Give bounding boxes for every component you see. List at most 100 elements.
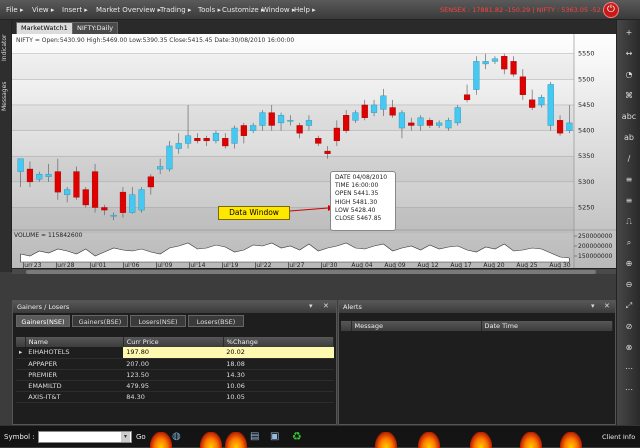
- candlestick-chart[interactable]: 5550 5500 5450 5400 5350 5300 5250 250000000 200…: [12, 34, 616, 269]
- tab-indicator[interactable]: Indicator: [1, 26, 11, 70]
- symbol-input[interactable]: ▾: [38, 431, 132, 443]
- candle-body: [324, 150, 331, 154]
- candle-body: [287, 120, 294, 122]
- candle-body: [194, 138, 201, 142]
- tab-nifty-daily[interactable]: NIFTY:Daily: [72, 22, 119, 34]
- menu-insert[interactable]: Insert ▸: [62, 6, 88, 14]
- table-row[interactable]: PREMIER 123.50 14.30: [16, 369, 334, 381]
- panel-close-icon[interactable]: ✕: [604, 302, 610, 310]
- scroll-thumb[interactable]: [26, 270, 596, 274]
- col-message[interactable]: Message: [351, 321, 482, 331]
- col-curr-price[interactable]: Curr Price: [123, 337, 224, 347]
- toolbar-tool-icon[interactable]: ⊘: [621, 320, 637, 334]
- table-row[interactable]: APPAPER 207.00 18.08: [16, 358, 334, 370]
- toolbar-tool-icon[interactable]: ⤢: [621, 299, 637, 313]
- candle-body: [305, 120, 313, 126]
- toolbar-tool-icon[interactable]: ⌘: [621, 89, 637, 103]
- client-info-link[interactable]: Client Info: [602, 433, 635, 441]
- panel-close-icon[interactable]: ✕: [323, 302, 329, 310]
- toolbar-tool-icon[interactable]: ⊕: [621, 257, 637, 271]
- toolbar-tool-icon[interactable]: ⌕: [621, 236, 637, 250]
- go-button[interactable]: Go: [136, 433, 146, 441]
- alerts-table: Message Date Time: [341, 321, 613, 331]
- chart-scrollbar[interactable]: [12, 268, 616, 274]
- candle-body: [296, 125, 303, 134]
- row-name: AXIS-IT&T: [25, 391, 124, 403]
- toolbar-tool-icon[interactable]: ≡: [621, 173, 637, 187]
- candle-body: [547, 84, 554, 126]
- toolbar-tool-icon[interactable]: ⊗: [621, 341, 637, 355]
- row-price: 197.80: [123, 347, 224, 359]
- candle-body: [491, 58, 499, 62]
- alerts-panel-title: Alerts: [339, 301, 615, 313]
- candle-body: [91, 171, 99, 208]
- row-price: 479.95: [123, 380, 224, 392]
- price-band: [12, 54, 574, 80]
- chevron-down-icon[interactable]: ▾: [121, 432, 130, 442]
- tab-gainers-nse[interactable]: Gainers(NSE): [16, 315, 70, 327]
- candle-body: [250, 125, 257, 131]
- chart-icon[interactable]: ▤: [250, 431, 259, 442]
- candle-body: [231, 127, 238, 144]
- window-icon[interactable]: ▣: [270, 431, 279, 442]
- refresh-icon[interactable]: ♻: [292, 430, 302, 443]
- price-tick-label: 5450: [578, 101, 595, 109]
- toolbar-tool-icon[interactable]: ⋯: [621, 383, 637, 397]
- toolbar-tool-icon[interactable]: ⎍: [621, 215, 637, 229]
- row-indicator-header: [16, 337, 26, 347]
- table-row[interactable]: ▸ EIHAHOTELS 197.80 20.02: [16, 347, 334, 359]
- toolbar-tool-icon[interactable]: ⋯: [621, 362, 637, 376]
- toolbar-tool-icon[interactable]: ◔: [621, 68, 637, 82]
- tab-marketwatch1[interactable]: MarketWatch1: [16, 22, 73, 34]
- chart-panel[interactable]: 5550 5500 5450 5400 5350 5300 5250 250000000 200…: [12, 34, 616, 269]
- flame-icon: [418, 432, 440, 448]
- toolbar-tool-icon[interactable]: ↔: [621, 47, 637, 61]
- menu-market-overview[interactable]: Market Overview ▸: [96, 6, 161, 14]
- toolbar-tool-icon[interactable]: ab: [621, 131, 637, 145]
- candle-body: [380, 95, 387, 110]
- tab-losers-nse[interactable]: Losers(NSE): [130, 315, 186, 327]
- candle-body: [343, 115, 350, 131]
- table-row[interactable]: AXIS-IT&T 84.30 10.05: [16, 391, 334, 403]
- toolbar-tool-icon[interactable]: ≡: [621, 194, 637, 208]
- toolbar-tool-icon[interactable]: +: [621, 26, 637, 40]
- candle-body: [352, 112, 359, 121]
- menu-trading[interactable]: Trading ▸: [160, 6, 191, 14]
- dw-low: LOW 5428.40: [335, 206, 376, 214]
- tab-gainers-bse[interactable]: Gainers(BSE): [72, 315, 128, 327]
- toolbar-tool-icon[interactable]: abc: [621, 110, 637, 124]
- candle-body: [26, 168, 34, 183]
- tab-losers-bse[interactable]: Losers(BSE): [188, 315, 244, 327]
- candle-body: [454, 107, 461, 124]
- candle-body: [73, 171, 80, 198]
- candle-body: [45, 173, 52, 177]
- menu-help[interactable]: Help ▸: [294, 6, 316, 14]
- tab-messages[interactable]: Messages: [1, 76, 11, 116]
- power-icon[interactable]: ⏻: [603, 2, 619, 18]
- panel-dropdown-icon[interactable]: ▾: [309, 302, 313, 310]
- globe-icon[interactable]: ◍: [172, 431, 181, 442]
- table-row[interactable]: EMAMILTD 479.95 10.06: [16, 380, 334, 392]
- row-name: EIHAHOTELS: [25, 347, 124, 359]
- menu-tools[interactable]: Tools ▸: [198, 6, 221, 14]
- toolbar-tool-icon[interactable]: ∕: [621, 152, 637, 166]
- candle-body: [566, 122, 573, 131]
- menu-file[interactable]: File ▸: [6, 6, 23, 14]
- menu-view[interactable]: View ▸: [32, 6, 54, 14]
- panel-dropdown-icon[interactable]: ▾: [591, 302, 595, 310]
- dw-time: TIME 16:00:00: [335, 182, 379, 190]
- col-change[interactable]: %Change: [223, 337, 335, 347]
- window-tab-strip: MarketWatch1 NIFTY:Daily: [12, 20, 616, 34]
- col-name[interactable]: Name: [25, 337, 124, 347]
- data-window-tooltip: DATE 04/08/2010 TIME 16:00:00 OPEN 5441.…: [330, 171, 396, 231]
- menu-bar: File ▸ View ▸ Insert ▸ Market Overview ▸…: [0, 0, 640, 20]
- menu-customize[interactable]: Customize ▸: [222, 6, 264, 14]
- col-date-time[interactable]: Date Time: [481, 321, 613, 331]
- volume-tick-label: 200000000: [578, 243, 613, 250]
- volume-tick-label: 150000000: [578, 253, 613, 260]
- candle-body: [175, 143, 182, 149]
- price-tick-label: 5400: [578, 127, 595, 135]
- toolbar-tool-icon[interactable]: ⊖: [621, 278, 637, 292]
- menu-window[interactable]: Window ▸: [262, 6, 295, 14]
- dw-date: DATE 04/08/2010: [335, 174, 388, 181]
